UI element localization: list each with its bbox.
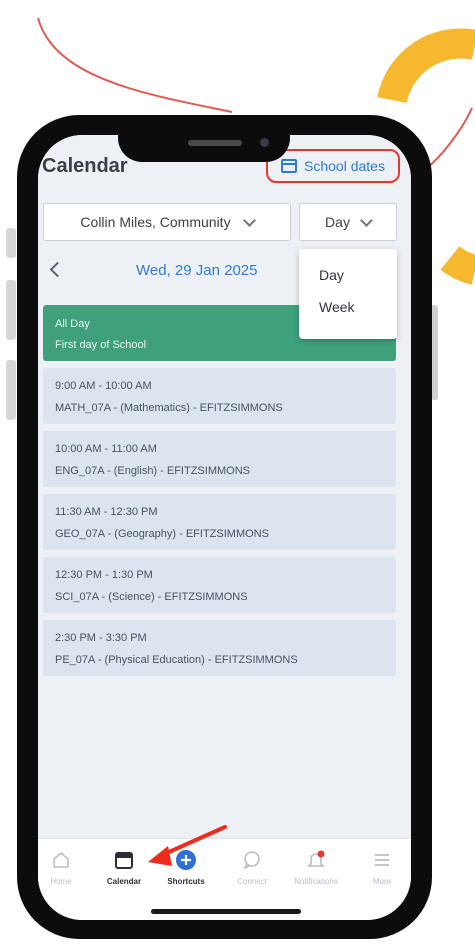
annotation-arrow [148, 825, 227, 866]
